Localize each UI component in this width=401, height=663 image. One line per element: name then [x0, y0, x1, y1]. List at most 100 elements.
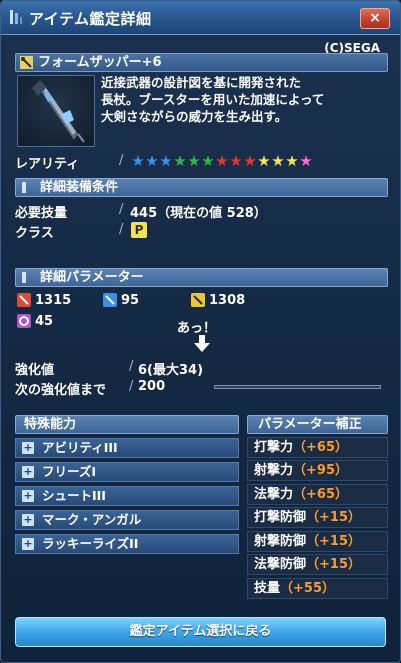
rarity-star-icon: ★ — [257, 152, 271, 170]
plus-icon: + — [22, 465, 34, 478]
bonus-label: 技量 — [254, 580, 281, 596]
section-title: 詳細パラメーター — [40, 270, 144, 285]
bonus-value: （+55） — [280, 580, 335, 596]
rarity-star-icon: ★ — [159, 152, 173, 170]
rarity-stars: ★ ★ ★ ★ ★ ★ ★ ★ ★ ★ ★ ★ ★ — [131, 153, 313, 170]
class-phantom-icon: P — [131, 222, 147, 238]
rarity-star-icon: ★ — [229, 152, 243, 170]
bonus-row: 法撃力（+65） — [247, 483, 388, 505]
grind-progress-bar — [214, 385, 381, 389]
window-title: アイテム鑑定詳細 — [29, 10, 152, 28]
description-line: 長杖。ブースターを用いた加速によって — [101, 92, 325, 107]
dexterity-icon — [17, 314, 31, 328]
section-title: 詳細装備条件 — [40, 180, 119, 195]
plus-icon: + — [22, 513, 34, 526]
header-bar-icon — [22, 272, 26, 283]
bonus-row: 打撃防御（+15） — [247, 507, 388, 528]
separator: / — [129, 379, 134, 394]
bonus-label: 打撃防御 — [254, 510, 307, 525]
ability-label: フリーズI — [42, 464, 97, 479]
item-thumbnail — [17, 75, 95, 147]
bonus-row: 射撃防御（+15） — [247, 530, 388, 552]
bonus-label: 射撃防御 — [254, 533, 307, 549]
arrow-down-icon — [194, 335, 210, 352]
header-bar-icon — [22, 182, 26, 193]
rarity-label: レアリティ — [15, 157, 80, 172]
bonus-label: 法撃防御 — [254, 557, 307, 572]
ability-item[interactable]: + マーク・アンガル — [15, 510, 239, 530]
tech-attack-icon — [191, 293, 205, 307]
ability-item[interactable]: + アビリティIII — [15, 438, 239, 458]
rarity-star-icon: ★ — [285, 152, 299, 170]
bonus-label: 打撃力 — [254, 439, 294, 455]
param-bonus-panel: パラメーター補正 打撃力（+65） 射撃力（+95） 法撃力（+65） 打撃防御… — [247, 415, 388, 607]
rarity-star-icon: ★ — [243, 152, 257, 170]
next-grind-value: 200 — [138, 379, 166, 394]
rarity-star-icon: ★ — [299, 152, 313, 170]
bonus-value: （+15） — [306, 533, 361, 549]
weapon-image-icon — [32, 80, 85, 143]
ability-label: シュートIII — [42, 488, 106, 503]
bonus-value: （+15） — [306, 557, 361, 572]
bonus-row: 射撃力（+95） — [247, 460, 388, 481]
skill-label: 必要技量 — [15, 206, 68, 221]
annotation-text: あっ！ — [177, 321, 217, 336]
rarity-star-icon: ★ — [173, 152, 187, 170]
bonus-value: （+65） — [293, 486, 348, 502]
special-abilities-panel: 特殊能力 + アビリティIII + フリーズI + シュートIII + マーク・… — [15, 415, 239, 605]
tech-value: 1308 — [209, 293, 246, 308]
bonus-row: 法撃防御（+15） — [247, 554, 388, 575]
bonus-value: （+15） — [306, 510, 361, 525]
ability-item[interactable]: + シュートIII — [15, 486, 239, 506]
skill-value: 445（現在の値 528） — [130, 206, 267, 221]
ability-label: アビリティIII — [42, 440, 118, 455]
item-appraisal-window: アイテム鑑定詳細 × (C)SEGA フォームザッパー+6 近接武器の設計図を基… — [0, 0, 401, 663]
title-bar: アイテム鑑定詳細 × — [1, 1, 400, 35]
grind-label: 強化値 — [15, 363, 55, 378]
rarity-star-icon: ★ — [215, 152, 229, 170]
rarity-star-icon: ★ — [145, 152, 159, 170]
ability-label: マーク・アンガル — [42, 512, 142, 527]
separator: / — [119, 222, 124, 237]
next-grind-label: 次の強化値まで — [15, 383, 107, 398]
ability-item[interactable]: + フリーズI — [15, 462, 239, 482]
class-label: クラス — [15, 226, 54, 241]
bonus-label: 法撃力 — [254, 486, 294, 502]
rod-weapon-icon — [20, 56, 33, 69]
bonus-value: （+65） — [293, 439, 348, 455]
title-emblem-icon — [10, 10, 22, 24]
plus-icon: + — [22, 489, 34, 502]
plus-icon: + — [22, 537, 34, 550]
item-name-bar: フォームザッパー+6 — [15, 53, 388, 72]
separator: / — [119, 153, 124, 168]
separator: / — [129, 359, 134, 374]
dex-value: 45 — [35, 314, 54, 329]
strike-attack-icon — [17, 293, 31, 307]
rarity-star-icon: ★ — [131, 152, 145, 170]
equip-requirements-header: 詳細装備条件 — [15, 178, 388, 197]
bonus-header: パラメーター補正 — [247, 415, 388, 434]
bonus-row: 打撃力（+65） — [247, 436, 388, 458]
ability-label: ラッキーライズII — [42, 536, 139, 551]
strike-value: 1315 — [35, 293, 72, 308]
return-to-selection-button[interactable]: 鑑定アイテム選択に戻る — [15, 617, 386, 647]
abilities-header: 特殊能力 — [15, 415, 239, 434]
bonus-value: （+95） — [293, 463, 348, 478]
separator: / — [119, 202, 124, 217]
close-button[interactable]: × — [360, 8, 390, 29]
shot-attack-icon — [103, 293, 117, 307]
grind-value: 6(最大34) — [138, 363, 204, 378]
description-line: 近接武器の設計図を基に開発された — [101, 75, 302, 90]
rarity-star-icon: ★ — [271, 152, 285, 170]
rarity-star-icon: ★ — [201, 152, 215, 170]
item-name: フォームザッパー+6 — [38, 55, 162, 70]
rarity-star-icon: ★ — [187, 152, 201, 170]
item-description: 近接武器の設計図を基に開発された 長杖。ブースターを用いた加速によって 大剣さな… — [101, 74, 391, 125]
description-line: 大剣さながらの威力を生み出す。 — [101, 109, 288, 124]
plus-icon: + — [22, 441, 34, 454]
bonus-row: 技量（+55） — [247, 577, 388, 599]
ability-item[interactable]: + ラッキーライズII — [15, 534, 239, 554]
shot-value: 95 — [121, 293, 140, 308]
detail-params-header: 詳細パラメーター — [15, 268, 388, 287]
bonus-label: 射撃力 — [254, 463, 294, 478]
